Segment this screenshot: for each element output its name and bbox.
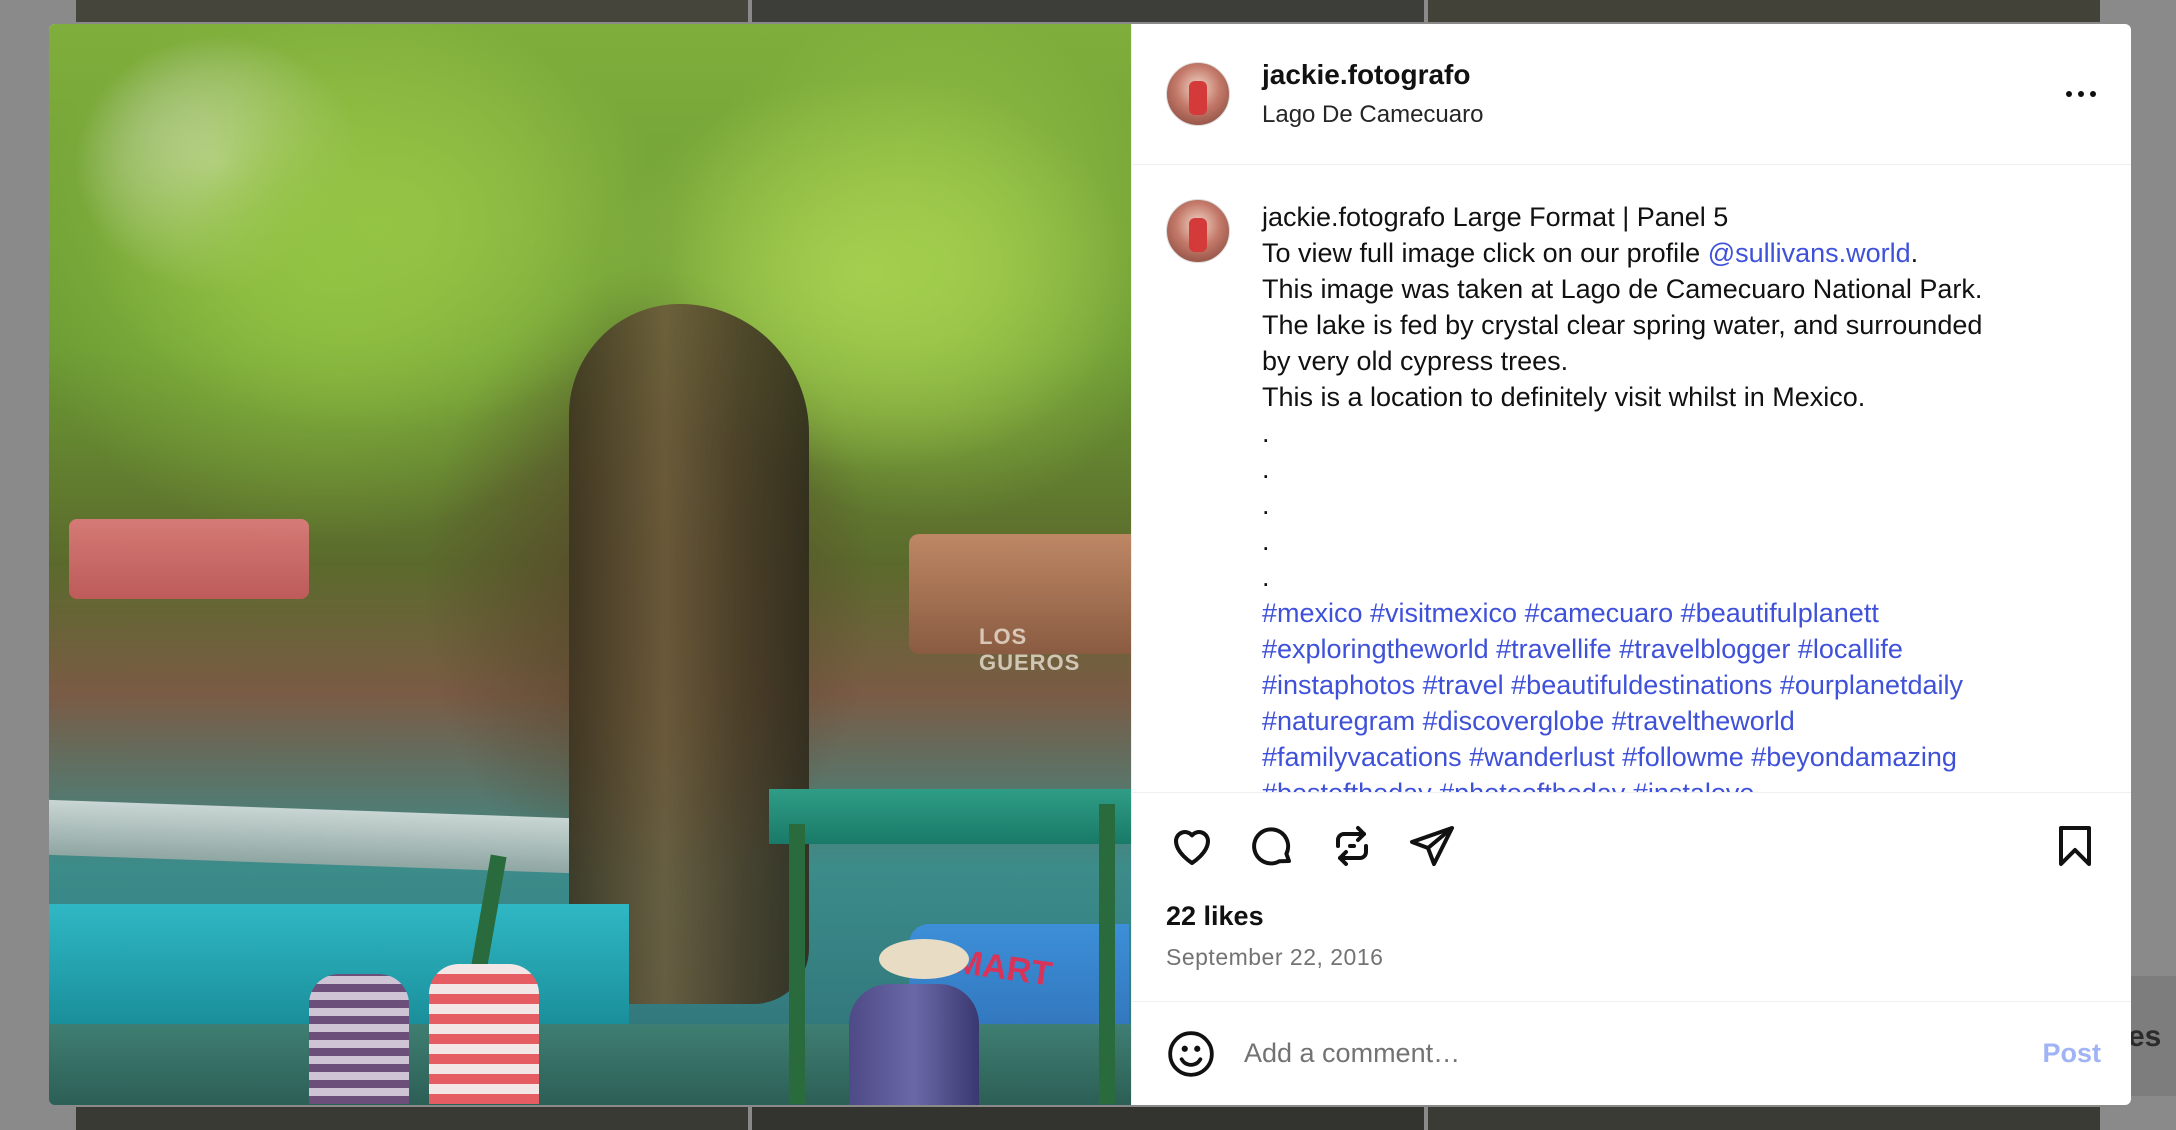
dot [2090,91,2096,97]
dot [2066,91,2072,97]
caption-line6: This is a location to definitely visit w… [1262,382,1866,412]
caption-area[interactable]: jackie.fotografo Large Format | Panel 5 … [1132,165,2131,793]
background-peek-text: es [2128,1020,2162,1053]
caption-line2-prefix: To view full image click on our profile [1262,238,1708,268]
caption-line: To view full image click on our profile … [1262,235,2062,271]
grid-tile [76,1107,748,1130]
photo-sign-text: LOS GUEROS [979,624,1081,675]
post-modal: LOS GUEROS MART jackie.fotografo Lago De… [49,24,2131,1105]
post-details-panel: jackie.fotografo Lago De Camecuaro jacki… [1131,24,2131,1105]
caption-username[interactable]: jackie.fotografo [1262,202,1445,232]
photo-pole [1099,804,1115,1104]
caption-dot: . [1262,526,1270,556]
caption-body: jackie.fotografo Large Format | Panel 5 … [1262,199,2062,792]
caption-line5: by very old cypress trees. [1262,346,1569,376]
grid-tile [1428,1107,2100,1130]
photo-person [849,984,979,1105]
grid-tile [1428,0,2100,22]
emoji-icon[interactable] [1166,1029,1216,1079]
comment-input[interactable] [1244,1038,2043,1069]
hashtag-line[interactable]: #naturegram #discoverglobe #travelthewor… [1262,703,2062,739]
avatar[interactable] [1166,62,1230,126]
dot [2078,91,2084,97]
caption-line: jackie.fotografo Large Format | Panel 5 [1262,199,2062,235]
hashtag-line[interactable]: #mexico #visitmexico #camecuaro #beautif… [1262,595,2062,631]
caption-line4: The lake is fed by crystal clear spring … [1262,310,1983,340]
caption-title: Large Format | Panel 5 [1452,202,1729,232]
hashtag-line[interactable]: #instaphotos #travel #beautifuldestinati… [1262,667,2062,703]
caption-dot: . [1262,562,1270,592]
grid-tile [752,1107,1424,1130]
caption-mention[interactable]: @sullivans.world [1708,238,1911,268]
hashtag-line[interactable]: #familyvacations #wanderlust #followme #… [1262,739,2062,775]
header-location[interactable]: Lago De Camecuaro [1262,101,2061,129]
post-photo[interactable]: LOS GUEROS MART [49,24,1131,1105]
photo-roof [69,519,309,599]
post-header: jackie.fotografo Lago De Camecuaro [1132,24,2131,165]
caption-dot: . [1262,454,1270,484]
photo-hat [879,939,969,979]
header-text: jackie.fotografo Lago De Camecuaro [1262,59,2061,129]
repost-icon[interactable] [1326,820,1378,872]
grid-tile [76,0,748,22]
caption-dot: . [1262,418,1270,448]
photo-person [429,964,539,1104]
hashtag-line[interactable]: #bestoftheday #photooftheday #instalove [1262,775,2062,792]
comment-icon[interactable] [1246,820,1298,872]
photo-person [309,974,409,1104]
photo-boat-canopy [769,789,1131,844]
action-bar [1132,793,2131,899]
hashtag-line[interactable]: #exploringtheworld #travellife #travelbl… [1262,631,2062,667]
likes-count[interactable]: 22 likes [1132,901,2131,932]
caption-line2-suffix: . [1910,238,1919,268]
post-comment-button[interactable]: Post [2042,1038,2101,1069]
caption-dot: . [1262,490,1270,520]
photo-tree-trunk [569,304,809,1004]
grid-tile [752,0,1424,22]
heart-icon[interactable] [1166,820,1218,872]
comment-bar: Post [1132,1001,2131,1105]
post-date[interactable]: September 22, 2016 [1132,944,2131,971]
caption-avatar[interactable] [1166,199,1230,263]
photo-canopy [49,24,649,544]
bookmark-icon[interactable] [2049,820,2101,872]
header-username[interactable]: jackie.fotografo [1262,59,2061,91]
share-icon[interactable] [1406,820,1458,872]
more-options-icon[interactable] [2061,74,2101,114]
caption-line3: This image was taken at Lago de Camecuar… [1262,274,1983,304]
photo-pole [789,824,805,1104]
